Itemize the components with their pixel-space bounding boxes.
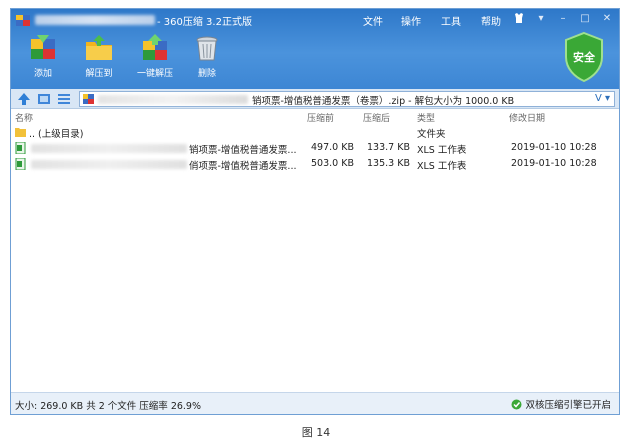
menu-operate[interactable]: 操作 bbox=[401, 13, 421, 28]
trash-icon bbox=[196, 36, 218, 61]
row-after: 133.7 KB bbox=[367, 142, 410, 153]
security-label: 安全 bbox=[573, 51, 595, 64]
extract-to-label: 解压到 bbox=[85, 69, 113, 79]
maximize-icon[interactable]: □ bbox=[577, 12, 593, 26]
security-shield-button[interactable]: 安全 bbox=[563, 31, 605, 83]
menu-file[interactable]: 文件 bbox=[363, 13, 383, 28]
col-modified[interactable]: 修改日期 bbox=[509, 111, 545, 124]
row-type: XLS 工作表 bbox=[417, 161, 467, 172]
folder-icon bbox=[15, 128, 26, 137]
archive-app-icon bbox=[16, 15, 30, 26]
col-type[interactable]: 类型 bbox=[417, 111, 435, 124]
table-row[interactable]: 俏项票-增值税普通发票... 503.0 KB 135.3 KB XLS 工作表… bbox=[11, 157, 619, 172]
path-dropdown[interactable]: V ▾ bbox=[584, 92, 614, 106]
col-name[interactable]: 名称 bbox=[15, 111, 33, 124]
menu-dropdown-icon[interactable]: ▾ bbox=[533, 12, 549, 26]
one-click-extract-icon bbox=[143, 34, 167, 60]
add-archive-icon bbox=[31, 35, 55, 59]
row-name: .. (上级目录) bbox=[29, 129, 84, 140]
archive-small-icon bbox=[83, 94, 94, 104]
row-modified: 2019-01-10 10:28 bbox=[511, 158, 597, 169]
redacted-filename bbox=[31, 160, 187, 169]
extract-folder-icon bbox=[86, 35, 112, 60]
menu-help[interactable]: 帮助 bbox=[481, 13, 501, 28]
engine-status[interactable]: 双核压缩引擎已开启 bbox=[511, 397, 611, 411]
path-text: 销项票-增值税普通发票（卷票）.zip - 解包大小为 1000.0 KB bbox=[252, 96, 515, 107]
window-controls: ▾ – □ ✕ bbox=[511, 12, 615, 26]
col-before[interactable]: 压缩前 bbox=[307, 111, 334, 124]
xls-file-icon bbox=[15, 142, 26, 154]
title-bar: - 360压缩 3.2正式版 文件 操作 工具 帮助 ▾ – □ ✕ bbox=[11, 9, 619, 31]
row-after: 135.3 KB bbox=[367, 158, 410, 169]
col-after[interactable]: 压缩后 bbox=[363, 111, 390, 124]
thumbnail-view-icon[interactable] bbox=[37, 92, 51, 106]
address-bar: 销项票-增值税普通发票（卷票）.zip - 解包大小为 1000.0 KB V … bbox=[11, 89, 619, 109]
menu-tools[interactable]: 工具 bbox=[441, 13, 461, 28]
close-icon[interactable]: ✕ bbox=[599, 12, 615, 26]
status-summary: 大小: 269.0 KB 共 2 个文件 压缩率 26.9% bbox=[15, 401, 202, 412]
toolbar-area: - 360压缩 3.2正式版 文件 操作 工具 帮助 ▾ – □ ✕ 添加 解压… bbox=[11, 9, 619, 89]
list-view-icon[interactable] bbox=[57, 92, 71, 106]
row-before: 503.0 KB bbox=[311, 158, 354, 169]
engine-check-icon bbox=[511, 399, 522, 409]
row-name: 俏项票-增值税普通发票... bbox=[189, 161, 297, 172]
figure-caption: 图 14 bbox=[301, 426, 331, 439]
redacted-path bbox=[98, 95, 248, 104]
extract-to-button[interactable]: 解压到 bbox=[73, 33, 125, 87]
list-item[interactable]: .. (上级目录) 文件夹 bbox=[11, 125, 619, 140]
one-click-extract-label: 一键解压 bbox=[136, 69, 173, 79]
redacted-filename bbox=[31, 144, 187, 153]
chevron-down-icon: ▾ bbox=[604, 93, 610, 104]
add-label: 添加 bbox=[33, 69, 52, 79]
minimize-icon[interactable]: – bbox=[555, 12, 571, 26]
xls-file-icon bbox=[15, 158, 26, 170]
row-name: 销项票-增值税普通发票... bbox=[189, 145, 297, 156]
table-row[interactable]: 销项票-增值税普通发票... 497.0 KB 133.7 KB XLS 工作表… bbox=[11, 141, 619, 156]
up-arrow-icon[interactable] bbox=[17, 92, 31, 106]
engine-label: 双核压缩引擎已开启 bbox=[525, 400, 611, 411]
path-dropdown-label: V bbox=[594, 93, 602, 104]
delete-label: 删除 bbox=[197, 69, 216, 79]
column-headers: 名称 压缩前 压缩后 类型 修改日期 bbox=[11, 110, 619, 124]
path-field[interactable]: 销项票-增值税普通发票（卷票）.zip - 解包大小为 1000.0 KB V … bbox=[79, 91, 615, 107]
row-type: 文件夹 bbox=[417, 129, 446, 140]
window-title: - 360压缩 3.2正式版 bbox=[157, 17, 252, 28]
skin-icon[interactable] bbox=[511, 12, 527, 26]
app-window: - 360压缩 3.2正式版 文件 操作 工具 帮助 ▾ – □ ✕ 添加 解压… bbox=[10, 8, 620, 415]
delete-button[interactable]: 删除 bbox=[181, 33, 233, 87]
add-button[interactable]: 添加 bbox=[17, 33, 69, 87]
one-click-extract-button[interactable]: 一键解压 bbox=[129, 33, 181, 87]
status-bar: 大小: 269.0 KB 共 2 个文件 压缩率 26.9% 双核压缩引擎已开启 bbox=[11, 392, 619, 414]
redacted-filename bbox=[35, 15, 155, 25]
row-before: 497.0 KB bbox=[311, 142, 354, 153]
row-type: XLS 工作表 bbox=[417, 145, 467, 156]
row-modified: 2019-01-10 10:28 bbox=[511, 142, 597, 153]
